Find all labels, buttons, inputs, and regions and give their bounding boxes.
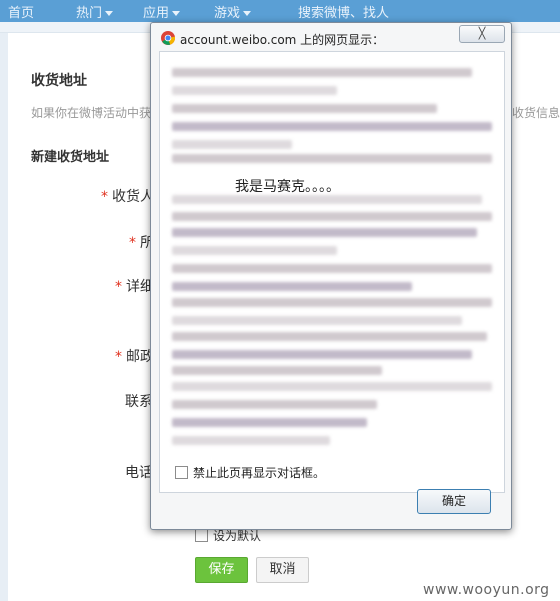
mosaic-line xyxy=(172,195,482,204)
dialog-body: 我是马赛克。。。。 禁止此页再显示对话框。 xyxy=(159,51,505,493)
dialog-message: 我是马赛克。。。。 xyxy=(235,179,340,195)
page-description-tail: 收货信息 xyxy=(512,106,560,120)
phone-label: 电话 xyxy=(125,465,153,481)
nav-apps-label: 应用 xyxy=(143,6,170,21)
receiver-label-text: 收货人 xyxy=(112,189,154,205)
set-default-checkbox[interactable] xyxy=(195,529,208,542)
mosaic-line xyxy=(172,104,437,113)
mosaic-line xyxy=(172,282,412,291)
page-description: 如果你在微博活动中获 xyxy=(31,106,152,120)
nav-apps[interactable]: 应用 xyxy=(143,2,181,21)
nav-hot-label: 热门 xyxy=(76,6,103,21)
chevron-down-icon xyxy=(105,11,114,16)
chrome-icon xyxy=(161,31,175,45)
required-mark: * xyxy=(115,349,122,365)
mosaic-line xyxy=(172,122,492,131)
search-input[interactable]: 搜索微博、找人 xyxy=(298,2,389,21)
required-mark: * xyxy=(115,279,122,295)
suppress-dialogs-checkbox[interactable] xyxy=(175,466,188,479)
cancel-button[interactable]: 取消 xyxy=(256,557,309,583)
mosaic-line xyxy=(172,298,492,307)
section-title: 新建收货地址 xyxy=(31,150,110,165)
close-icon[interactable]: ╳ xyxy=(459,25,505,43)
nav-games-label: 游戏 xyxy=(214,6,241,21)
chevron-down-icon xyxy=(172,11,181,16)
suppress-dialogs-row[interactable]: 禁止此页再显示对话框。 xyxy=(175,464,325,481)
mosaic-line xyxy=(172,246,337,255)
nav-home[interactable]: 首页 xyxy=(8,2,34,21)
required-mark: * xyxy=(101,189,108,205)
mosaic-line xyxy=(172,86,337,95)
ok-button[interactable]: 确定 xyxy=(417,489,491,514)
address-label: * 详细 xyxy=(115,276,154,296)
mosaic-line xyxy=(172,264,492,273)
chevron-down-icon xyxy=(243,11,252,16)
mosaic-line xyxy=(172,154,492,163)
top-nav: 首页 热门 应用 游戏 搜索微博、找人 xyxy=(0,0,560,22)
mosaic-line xyxy=(172,68,472,77)
page-title: 收货地址 xyxy=(31,73,87,89)
mosaic-line xyxy=(172,316,462,325)
mosaic-line xyxy=(172,382,492,391)
mosaic-line xyxy=(172,418,367,427)
nav-hot[interactable]: 热门 xyxy=(76,2,114,21)
mosaic-line xyxy=(172,400,377,409)
left-strip xyxy=(0,33,8,601)
mosaic-line xyxy=(172,436,330,445)
dialog-title: account.weibo.com 上的网页显示： xyxy=(180,33,385,47)
contact-label: 联系 xyxy=(125,394,153,410)
mosaic-line xyxy=(172,228,477,237)
mosaic-line xyxy=(172,212,492,221)
postcode-label: * 邮政 xyxy=(115,346,154,366)
dialog-titlebar[interactable]: account.weibo.com 上的网页显示： ╳ xyxy=(151,23,511,51)
watermark: www.wooyun.org xyxy=(423,582,550,598)
mosaic-line xyxy=(172,332,487,341)
save-button[interactable]: 保存 xyxy=(195,557,248,583)
suppress-dialogs-label: 禁止此页再显示对话框。 xyxy=(193,466,326,480)
mosaic-line xyxy=(172,350,472,359)
nav-games[interactable]: 游戏 xyxy=(214,2,252,21)
receiver-label: * 收货人 xyxy=(101,186,154,206)
alert-dialog: account.weibo.com 上的网页显示： ╳ 我是马赛克。。。。 禁止… xyxy=(150,22,512,530)
mosaic-line xyxy=(172,366,382,375)
required-mark: * xyxy=(129,235,136,251)
mosaic-line xyxy=(172,140,292,149)
